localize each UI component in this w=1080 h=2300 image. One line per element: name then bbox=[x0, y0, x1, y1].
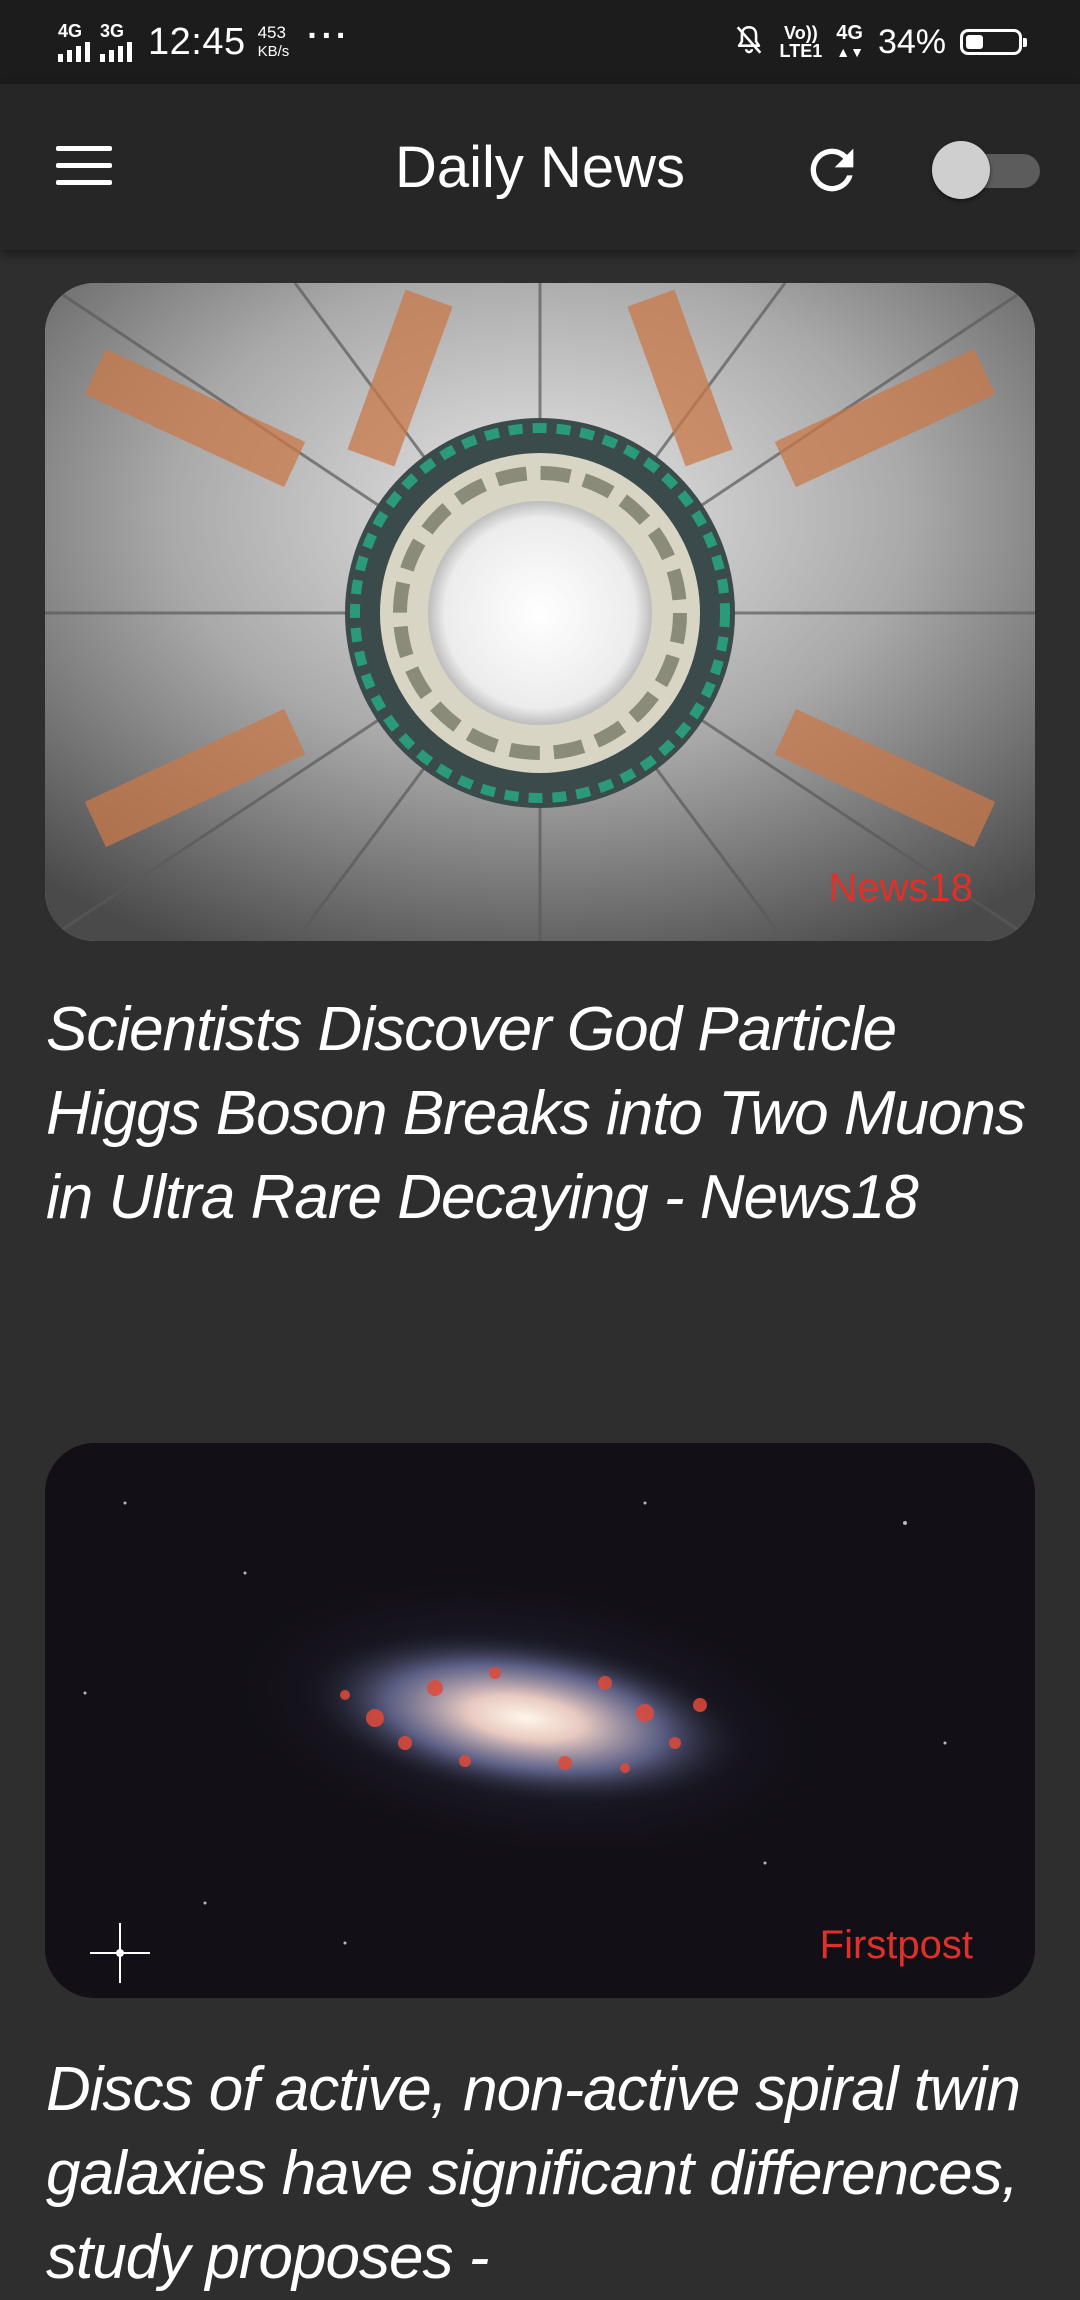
network-type-label: 3G bbox=[100, 21, 125, 41]
spiral-galaxy-image[interactable]: Firstpost bbox=[45, 1443, 1035, 1998]
refresh-icon[interactable] bbox=[800, 138, 864, 202]
notification-off-icon bbox=[732, 23, 766, 62]
network-speed-value: 453 bbox=[257, 23, 286, 42]
signal-icon: 4G bbox=[58, 22, 90, 62]
status-bar-left: 4G 3G 12:45 453 KB/s ··· bbox=[58, 0, 350, 84]
volte-bottom-label: LTE1 bbox=[779, 41, 823, 61]
network-type-label: 4G bbox=[58, 21, 83, 41]
volte-indicator: Vo)) LTE1 bbox=[780, 24, 823, 60]
app-bar: Daily News bbox=[0, 84, 1080, 250]
volte-top-label: Vo)) bbox=[784, 23, 818, 43]
particle-detector-image[interactable]: News18 bbox=[45, 283, 1035, 941]
more-notifications-icon: ··· bbox=[307, 16, 351, 55]
toggle-thumb bbox=[932, 141, 990, 199]
clock: 12:45 bbox=[148, 20, 246, 63]
article-source: News18 bbox=[828, 866, 973, 910]
article-source: Firstpost bbox=[819, 1923, 973, 1967]
article-headline[interactable]: Discs of active, non-active spiral twin … bbox=[46, 2048, 1036, 2300]
network-speed: 453 KB/s bbox=[258, 23, 290, 61]
signal-icon: 3G bbox=[100, 22, 132, 62]
dark-mode-toggle[interactable] bbox=[932, 141, 1040, 199]
battery-icon bbox=[960, 29, 1027, 55]
data-network-label: 4G bbox=[836, 21, 863, 44]
article-headline[interactable]: Scientists Discover God Particle Higgs B… bbox=[46, 988, 1036, 1240]
battery-percent: 34% bbox=[877, 22, 946, 61]
battery-level-fill bbox=[966, 35, 983, 49]
status-bar-right: Vo)) LTE1 4G ▲▼ 34% bbox=[732, 0, 1027, 84]
status-bar: 4G 3G 12:45 453 KB/s ··· Vo)) LTE1 4G ▲▼… bbox=[0, 0, 1080, 84]
app-title: Daily News bbox=[394, 135, 686, 200]
data-network-icon: 4G ▲▼ bbox=[836, 21, 864, 60]
network-speed-unit: KB/s bbox=[257, 43, 290, 60]
